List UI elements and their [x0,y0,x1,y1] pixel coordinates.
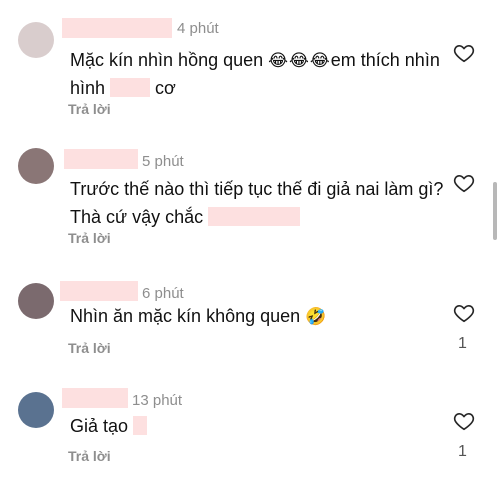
comment-time: 4 phút [177,20,219,37]
username-redacted[interactable] [62,388,128,408]
like-count[interactable]: 1 [458,443,467,461]
laughing-emoji: 😂 [289,51,309,70]
scrollbar[interactable] [493,182,497,240]
heart-outline-icon[interactable] [453,302,475,324]
username-redacted[interactable] [60,281,138,301]
comment-text: Trước thế nào thì tiếp tục thế đi giả na… [70,175,450,231]
heart-outline-icon[interactable] [453,42,475,64]
reply-button[interactable]: Trả lời [68,230,111,246]
redacted-text [133,416,148,435]
reply-button[interactable]: Trả lời [68,448,111,464]
laughing-emoji: 😂 [268,51,289,70]
heart-outline-icon[interactable] [453,172,475,194]
reply-button[interactable]: Trả lời [68,340,111,356]
avatar[interactable] [18,22,54,58]
heart-outline-icon[interactable] [453,410,475,432]
rolling-laughing-emoji: 🤣 [305,307,327,326]
username-redacted[interactable] [64,149,138,169]
redacted-text [110,78,151,97]
comment-text-part: Mặc kín nhìn hồng quen [70,50,269,70]
reply-button[interactable]: Trả lời [68,101,111,117]
comment-time: 5 phút [142,153,184,170]
redacted-text [208,207,301,226]
avatar[interactable] [18,392,54,428]
comment-text-part: Giả tạo [70,416,134,436]
comment-text-part: Nhìn ăn mặc kín không quen [70,306,306,326]
comment-text: Mặc kín nhìn hồng quen 😂😂😂em thích nhìn … [70,46,450,102]
username-redacted[interactable] [62,18,172,38]
comment-text: Giả tạo [70,412,450,440]
comment-text-part: cơ [150,78,176,98]
like-count[interactable]: 1 [458,335,467,353]
comment-time: 13 phút [132,392,183,409]
comment-time: 6 phút [142,285,184,302]
comment-text: Nhìn ăn mặc kín không quen 🤣 [70,302,450,330]
avatar[interactable] [18,283,54,319]
laughing-emoji: 😂 [309,51,330,70]
avatar[interactable] [18,148,54,184]
